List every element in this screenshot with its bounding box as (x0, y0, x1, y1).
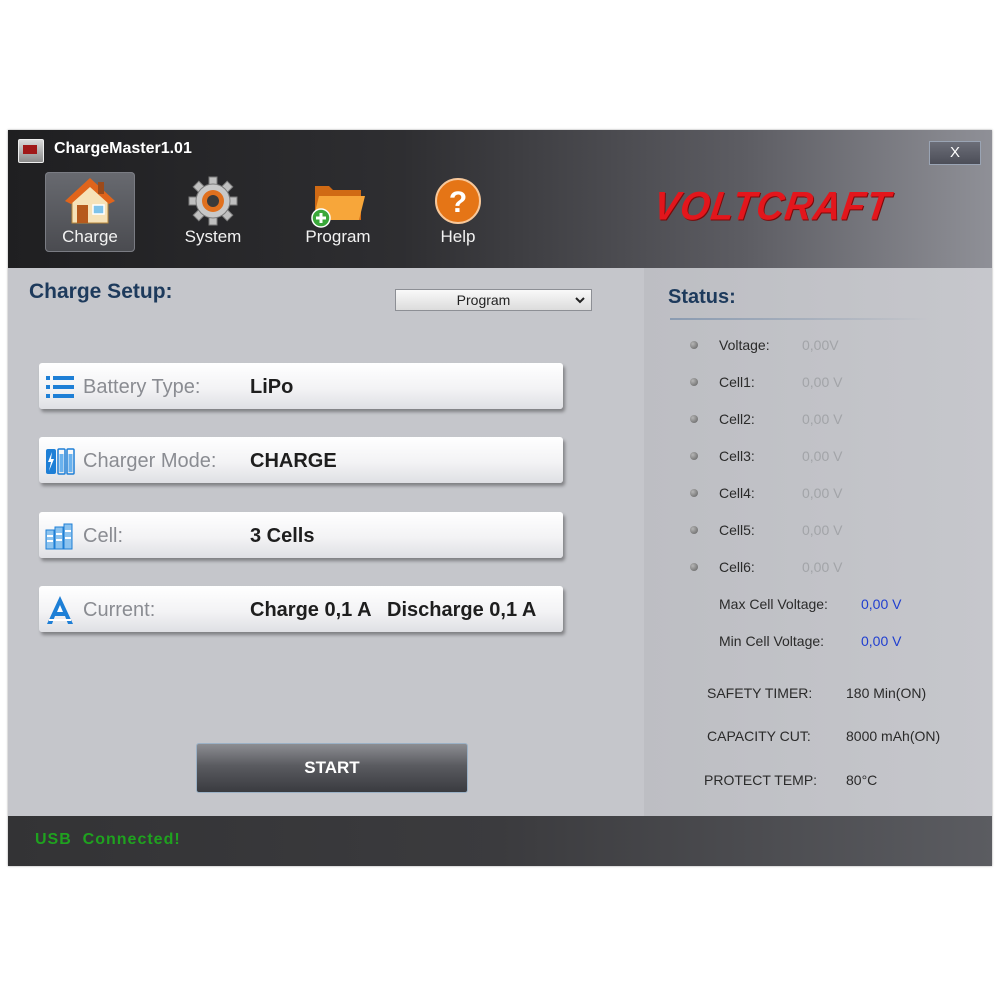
folder-add-icon (311, 186, 365, 228)
cell1-value: 0,00 V (802, 374, 843, 390)
usb-status-text: USB Connected! (35, 831, 181, 848)
cell5-label: Cell5: (719, 522, 755, 538)
status-divider (670, 318, 930, 320)
status-indicator-icon (690, 452, 698, 460)
current-discharge-value: Discharge 0,1 A (387, 599, 537, 621)
toolbar-charge-label: Charge (62, 227, 118, 246)
toolbar-program-button[interactable]: Program (293, 172, 383, 252)
toolbar-charge-button[interactable]: Charge (45, 172, 135, 252)
cell5-value: 0,00 V (802, 522, 843, 538)
window-title: ChargeMaster1.01 (54, 140, 192, 157)
cell3-value: 0,00 V (802, 448, 843, 464)
status-indicator-icon (690, 378, 698, 386)
capacity-cut-value: 8000 mAh(ON) (846, 728, 941, 744)
charger-mode-value: CHARGE (250, 450, 337, 472)
status-title: Status: (668, 286, 736, 308)
cell-row[interactable]: Cell: 3 Cells (39, 512, 563, 558)
cell2-value: 0,00 V (802, 411, 843, 427)
battery-type-value: LiPo (250, 376, 294, 398)
charge-setup-title: Charge Setup: (29, 280, 173, 303)
toolbar-program-label: Program (305, 227, 371, 246)
app-icon (18, 139, 44, 163)
max-cell-voltage-value: 0,00 V (861, 596, 902, 612)
toolbar-help-label: Help (440, 227, 476, 246)
max-cell-voltage-label: Max Cell Voltage: (719, 596, 828, 612)
charger-mode-label: Charger Mode: (83, 450, 217, 472)
program-select-value: Program (456, 292, 511, 308)
toolbar-system-label: System (184, 227, 242, 246)
battery-type-row[interactable]: Battery Type: LiPo (39, 363, 563, 409)
ampere-icon (47, 596, 73, 624)
min-cell-voltage-label: Min Cell Voltage: (719, 633, 825, 649)
protect-temp-value: 80°C (846, 772, 878, 788)
toolbar: ChargeMaster1.01 X Charge System Program… (8, 130, 992, 268)
cell6-label: Cell6: (719, 559, 755, 575)
status-indicator-icon (690, 489, 698, 497)
cell4-value: 0,00 V (802, 485, 843, 501)
status-bar: USB Connected! (8, 816, 992, 866)
cell2-label: Cell2: (719, 411, 755, 427)
toolbar-system-button[interactable]: System (168, 172, 258, 252)
capacity-cut-label: CAPACITY CUT: (707, 728, 811, 744)
battery-icon (46, 448, 75, 475)
app-window: ChargeMaster1.01 X Charge System Program… (8, 130, 992, 866)
min-cell-voltage-value: 0,00 V (861, 633, 902, 649)
chevron-down-icon (575, 297, 585, 304)
list-icon (46, 376, 74, 398)
cell1-label: Cell1: (719, 374, 755, 390)
toolbar-help-button[interactable]: ? Help (413, 172, 503, 252)
status-indicator-icon (690, 563, 698, 571)
cell6-value: 0,00 V (802, 559, 843, 575)
safety-timer-label: SAFETY TIMER: (707, 685, 813, 701)
start-button[interactable]: START (196, 743, 468, 793)
cell3-label: Cell3: (719, 448, 755, 464)
cell4-label: Cell4: (719, 485, 755, 501)
current-row[interactable]: Current: Charge 0,1 A Discharge 0,1 A (39, 586, 563, 632)
gear-icon (188, 176, 238, 226)
voltcraft-logo: VOLTCRAFT (650, 184, 894, 230)
close-button[interactable]: X (929, 141, 981, 165)
status-panel: Status: Voltage: 0,00V Cell1: 0,00 V Cel… (644, 268, 992, 816)
charger-mode-row[interactable]: Charger Mode: CHARGE (39, 437, 563, 483)
program-select[interactable]: Program (395, 289, 592, 311)
cell-value: 3 Cells (250, 525, 315, 547)
voltage-label: Voltage: (719, 337, 770, 353)
safety-timer-value: 180 Min(ON) (846, 685, 927, 701)
status-indicator-icon (690, 415, 698, 423)
cells-icon (45, 523, 73, 550)
current-label: Current: (83, 599, 156, 621)
svg-text:?: ? (449, 186, 467, 219)
status-indicator-icon (690, 526, 698, 534)
battery-type-label: Battery Type: (83, 376, 201, 398)
current-charge-value: Charge 0,1 A (250, 599, 372, 621)
protect-temp-label: PROTECT TEMP: (704, 772, 818, 788)
cell-label: Cell: (83, 525, 124, 547)
status-indicator-icon (690, 341, 698, 349)
voltage-value: 0,00V (802, 337, 839, 353)
help-icon: ? (435, 178, 481, 224)
house-icon (65, 178, 115, 224)
